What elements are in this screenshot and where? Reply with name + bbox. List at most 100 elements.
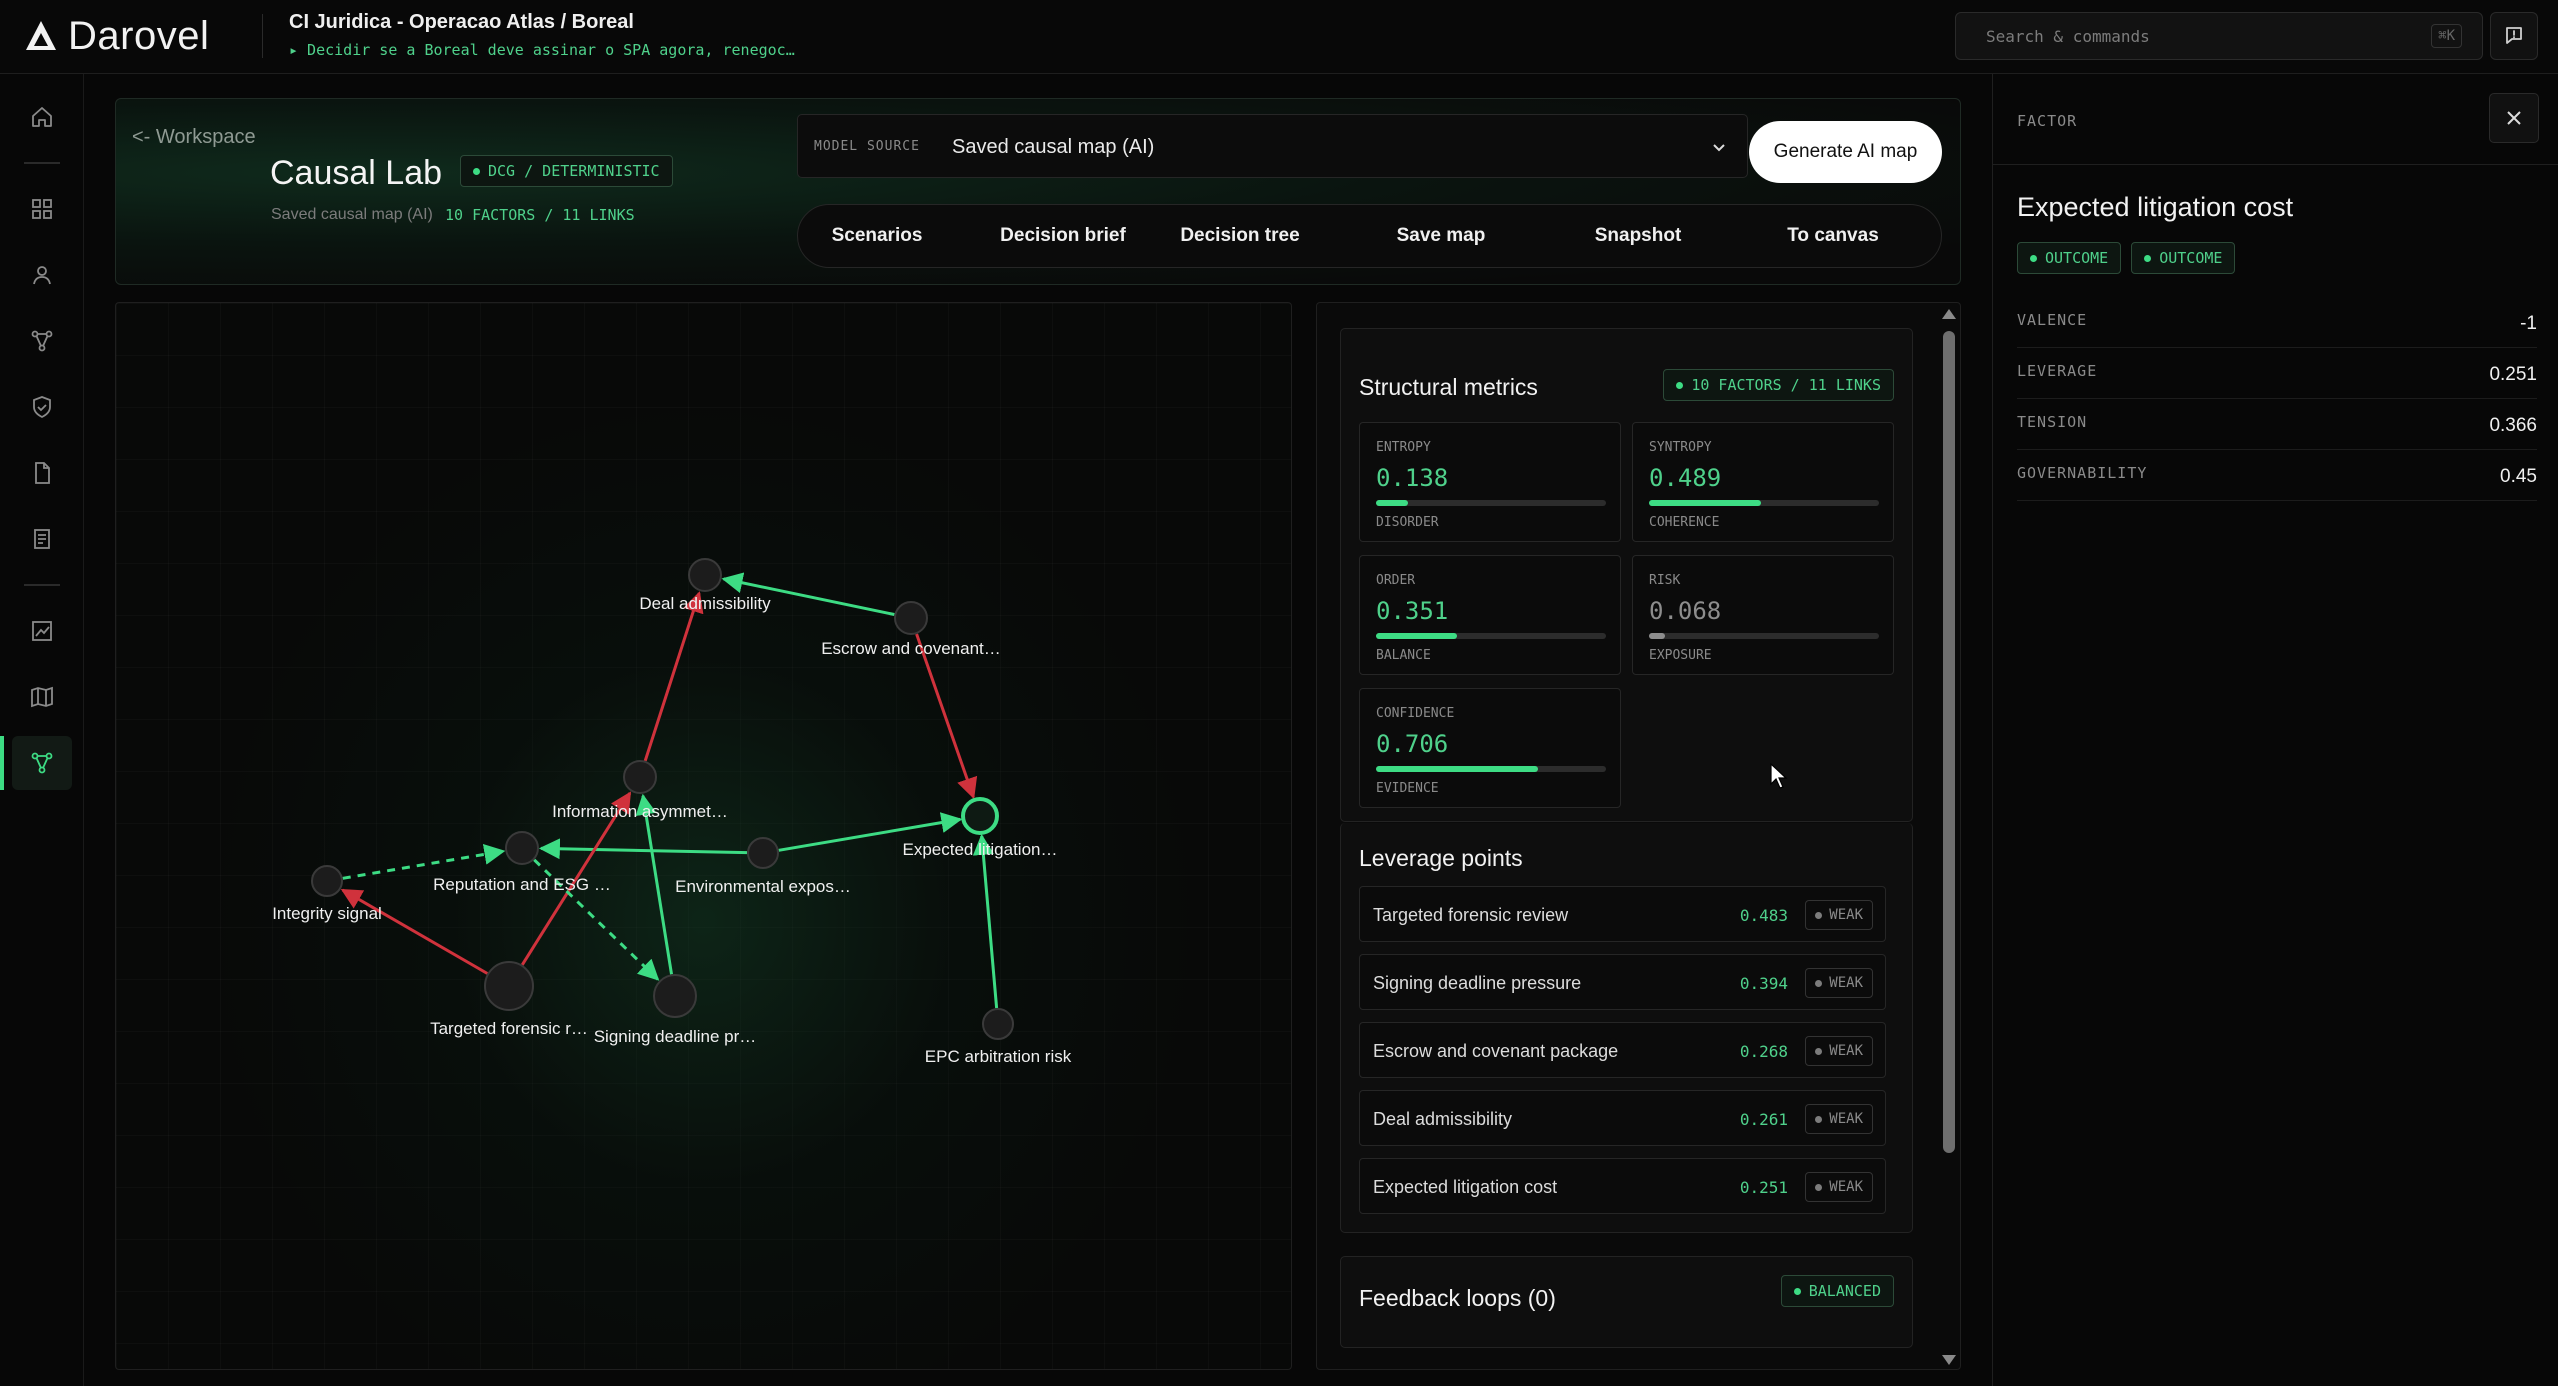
brand[interactable]: Darovel	[24, 14, 209, 58]
loop-balance-badge: BALANCED	[1780, 1275, 1894, 1307]
metric-sublabel: EVIDENCE	[1376, 781, 1439, 796]
nav-file[interactable]	[12, 446, 72, 500]
metric-bar	[1376, 766, 1606, 772]
metric-bar-fill	[1376, 500, 1408, 506]
node-label: Signing deadline pr…	[594, 1027, 757, 1046]
tab-scenarios[interactable]: Scenarios	[798, 205, 956, 267]
metric-entropy: ENTROPY 0.138 DISORDER	[1359, 422, 1621, 542]
project-subtitle: ▸ Decidir se a Boreal deve assinar o SPA…	[289, 41, 795, 59]
metric-value: 0.351	[1376, 597, 1449, 625]
strength-badge-label: WEAK	[1829, 1111, 1863, 1127]
metric-order: ORDER 0.351 BALANCE	[1359, 555, 1621, 675]
node-integrity[interactable]	[311, 865, 343, 897]
node-info[interactable]	[623, 760, 657, 794]
chat-button[interactable]	[2490, 12, 2538, 60]
top-bar: Darovel CI Juridica - Operacao Atlas / B…	[0, 0, 2558, 74]
metrics-panel[interactable]: Structural metrics 10 FACTORS / 11 LINKS…	[1316, 302, 1961, 1370]
tab-save-map[interactable]: Save map	[1371, 205, 1511, 267]
structural-metrics-card: Structural metrics 10 FACTORS / 11 LINKS…	[1340, 328, 1913, 822]
edge-escrow-expected[interactable]	[915, 633, 978, 800]
status-dot	[1815, 979, 1823, 987]
active-indicator	[0, 736, 4, 790]
node-signing[interactable]	[653, 974, 697, 1018]
attribute-key: VALENCE	[2017, 311, 2088, 329]
status-dot	[1793, 1287, 1801, 1295]
status-dot	[1815, 1183, 1823, 1191]
attribute-value: 0.251	[2489, 364, 2537, 385]
leverage-name: Escrow and covenant package	[1373, 1041, 1619, 1061]
nav-grid[interactable]	[12, 182, 72, 236]
node-escrow[interactable]	[894, 601, 928, 635]
model-source-label: MODEL SOURCE	[814, 139, 920, 154]
causal-graph[interactable]: Deal admissibility Escrow and covenant… In…	[116, 303, 1292, 1370]
scrollbar[interactable]	[1938, 303, 1960, 1369]
nav-shield[interactable]	[12, 380, 72, 434]
metric-sublabel: DISORDER	[1376, 515, 1439, 530]
status-dot	[1815, 1115, 1823, 1123]
status-dot	[2144, 254, 2152, 262]
tab-to-canvas[interactable]: To canvas	[1758, 205, 1908, 267]
leverage-row[interactable]: Deal admissibility 0.261 WEAK	[1359, 1090, 1886, 1146]
edge-epc-expected[interactable]	[972, 833, 999, 1009]
document-icon	[34, 529, 50, 549]
attribute-value: -1	[2520, 313, 2537, 334]
node-targeted[interactable]	[484, 961, 534, 1011]
metric-sublabel: COHERENCE	[1649, 515, 1720, 530]
nav-document[interactable]	[12, 512, 72, 566]
metric-sublabel: BALANCE	[1376, 648, 1431, 663]
status-dot	[1676, 381, 1684, 389]
metric-value: 0.489	[1649, 464, 1722, 492]
attribute-key: LEVERAGE	[2017, 362, 2098, 380]
leverage-name: Expected litigation cost	[1373, 1177, 1558, 1197]
nav-map[interactable]	[12, 670, 72, 724]
tab-decision-tree[interactable]: Decision tree	[1170, 205, 1310, 267]
strength-badge: WEAK	[1805, 1104, 1873, 1134]
search-bar[interactable]: ⌘K	[1955, 12, 2483, 60]
nav-causal-lab[interactable]	[12, 736, 72, 790]
node-expected[interactable]	[961, 797, 999, 835]
metric-bar-fill	[1649, 500, 1762, 506]
close-button[interactable]	[2489, 93, 2539, 143]
node-environmental[interactable]	[747, 837, 779, 869]
leverage-row[interactable]: Signing deadline pressure 0.394 WEAK	[1359, 954, 1886, 1010]
factor-count-badge-label: 10 FACTORS / 11 LINKS	[1691, 376, 1881, 394]
edge-signing-info[interactable]	[635, 793, 674, 975]
nav-branch[interactable]	[12, 314, 72, 368]
generate-ai-map-button[interactable]: Generate AI map	[1749, 121, 1942, 183]
node-label: Expected litigation…	[903, 840, 1058, 859]
node-deal[interactable]	[688, 558, 722, 592]
divider	[24, 162, 60, 164]
back-to-workspace-link[interactable]: <- Workspace	[132, 126, 256, 149]
metric-bar-fill	[1376, 633, 1457, 639]
factor-detail-panel: FACTOR Expected litigation cost OUTCOME …	[1992, 74, 2558, 1386]
leverage-row[interactable]: Targeted forensic review 0.483 WEAK	[1359, 886, 1886, 942]
tab-snapshot[interactable]: Snapshot	[1568, 205, 1708, 267]
leverage-row[interactable]: Expected litigation cost 0.251 WEAK	[1359, 1158, 1886, 1214]
metric-value: 0.138	[1376, 464, 1449, 492]
chart-icon	[32, 621, 52, 641]
tab-decision-brief[interactable]: Decision brief	[993, 205, 1133, 267]
search-input[interactable]	[1986, 13, 2406, 59]
edge-environmental-reputation[interactable]	[538, 838, 748, 860]
shortcut-badge: ⌘K	[2431, 24, 2462, 48]
nav-chart[interactable]	[12, 604, 72, 658]
status-dot	[1815, 1047, 1823, 1055]
status-dot	[473, 167, 480, 175]
node-epc[interactable]	[982, 1008, 1014, 1040]
node-reputation[interactable]	[505, 831, 539, 865]
nav-home[interactable]	[12, 90, 72, 144]
edge-targeted-integrity[interactable]	[340, 888, 489, 975]
project-title: CI Juridica - Operacao Atlas / Boreal	[289, 11, 634, 33]
causal-graph-canvas[interactable]: Deal admissibility Escrow and covenant… In…	[115, 302, 1292, 1370]
edge-info-deal[interactable]	[643, 591, 704, 762]
nav-user[interactable]	[12, 248, 72, 302]
model-source-select[interactable]: MODEL SOURCE Saved causal map (AI)	[797, 114, 1748, 178]
scroll-up-arrow-icon[interactable]	[1942, 309, 1956, 319]
scrollbar-thumb[interactable]	[1943, 331, 1955, 1153]
leverage-row[interactable]: Escrow and covenant package 0.268 WEAK	[1359, 1022, 1886, 1078]
strength-badge: WEAK	[1805, 900, 1873, 930]
scroll-down-arrow-icon[interactable]	[1942, 1355, 1956, 1365]
causal-icon	[31, 752, 53, 774]
divider	[262, 14, 263, 58]
node-label: Integrity signal	[272, 904, 382, 923]
